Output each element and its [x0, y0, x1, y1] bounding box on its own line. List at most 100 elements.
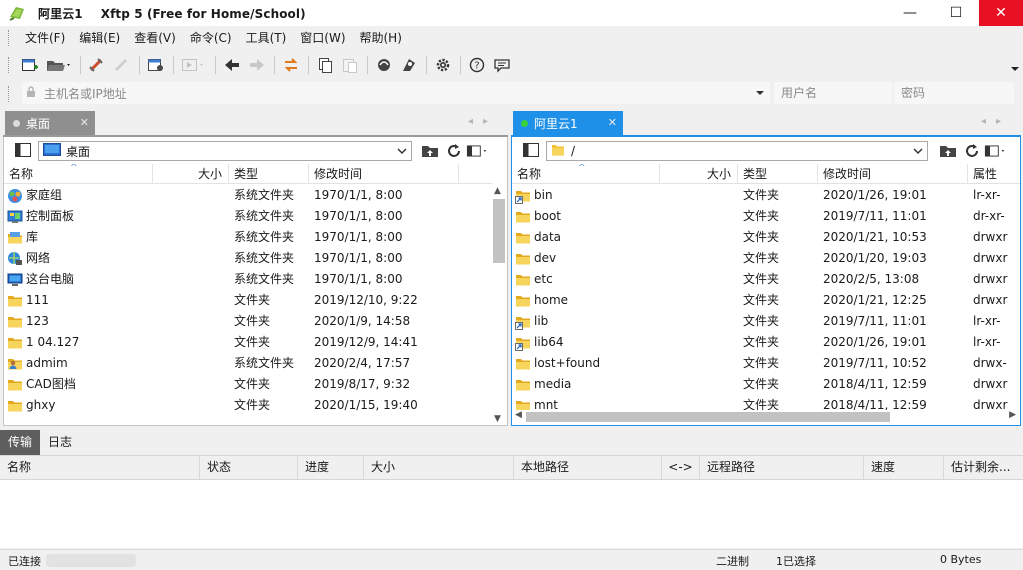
file-row[interactable]: lost+found 文件夹 2019/7/11, 10:52 drwx-	[512, 353, 1020, 374]
file-row[interactable]: 控制面板 系统文件夹 1970/1/1, 8:00	[4, 206, 492, 227]
feedback-button[interactable]	[490, 53, 514, 77]
file-row[interactable]: 123 文件夹 2020/1/9, 14:58	[4, 311, 492, 332]
xfer-col-remote-path[interactable]: 远程路径	[700, 456, 864, 479]
file-row[interactable]: 111 文件夹 2019/12/10, 9:22	[4, 290, 492, 311]
scroll-down-icon[interactable]: ▼	[494, 414, 501, 424]
view-mode-button[interactable]	[466, 142, 490, 160]
transfer-list[interactable]	[0, 480, 1023, 548]
scroll-right-icon[interactable]: ▶	[1009, 410, 1016, 420]
file-row[interactable]: 这台电脑 系统文件夹 1970/1/1, 8:00	[4, 269, 492, 290]
back-button[interactable]	[220, 53, 244, 77]
minimize-button[interactable]: —	[887, 0, 933, 26]
file-row[interactable]: media 文件夹 2018/4/11, 12:59 drwxr	[512, 374, 1020, 395]
col-name-header[interactable]: 名称 ^	[4, 164, 153, 184]
col-name-header[interactable]: 名称 ^	[512, 164, 660, 184]
parent-folder-button[interactable]	[418, 142, 442, 160]
file-row[interactable]: 1 04.127 文件夹 2019/12/9, 14:41	[4, 332, 492, 353]
copy-button[interactable]	[313, 53, 337, 77]
xfer-col-direction[interactable]: <->	[662, 456, 700, 479]
col-size-header[interactable]: 大小	[153, 164, 229, 184]
grip-handle[interactable]	[8, 30, 12, 46]
options-button[interactable]	[431, 53, 455, 77]
file-row[interactable]: mnt 文件夹 2018/4/11, 12:59 drwxr	[512, 395, 1020, 411]
menu-help[interactable]: 帮助(H)	[353, 27, 409, 49]
xfer-col-name[interactable]: 名称	[0, 456, 200, 479]
file-row[interactable]: etc 文件夹 2020/2/5, 13:08 drwxr	[512, 269, 1020, 290]
file-row[interactable]: home 文件夹 2020/1/21, 12:25 drwxr	[512, 290, 1020, 311]
xfer-col-local-path[interactable]: 本地路径	[514, 456, 662, 479]
file-row[interactable]: dev 文件夹 2020/1/20, 19:03 drwxr	[512, 248, 1020, 269]
col-size-header[interactable]: 大小	[660, 164, 738, 184]
disconnect-button[interactable]	[110, 53, 134, 77]
scroll-thumb[interactable]	[493, 199, 505, 263]
chevron-down-icon[interactable]	[397, 145, 407, 160]
file-row[interactable]: 网络 系统文件夹 1970/1/1, 8:00	[4, 248, 492, 269]
scroll-up-icon[interactable]: ▲	[494, 186, 501, 196]
file-row[interactable]: admim 系统文件夹 2020/2/4, 17:57	[4, 353, 492, 374]
file-row[interactable]: 库 系统文件夹 1970/1/1, 8:00	[4, 227, 492, 248]
help-button[interactable]: ?	[465, 53, 489, 77]
tab-transfer[interactable]: 传输	[0, 430, 41, 455]
file-row[interactable]: data 文件夹 2020/1/21, 10:53 drwxr	[512, 227, 1020, 248]
file-row[interactable]: 家庭组 系统文件夹 1970/1/1, 8:00	[4, 185, 492, 206]
tab-remote-session[interactable]: 阿里云1 ✕	[513, 111, 623, 135]
local-path-combobox[interactable]: 桌面	[38, 141, 412, 161]
refresh-button[interactable]	[442, 142, 466, 160]
xfer-col-speed[interactable]: 速度	[864, 456, 944, 479]
scroll-thumb[interactable]	[526, 412, 890, 422]
xfer-col-eta[interactable]: 估计剩余...	[944, 456, 1023, 479]
view-mode-button[interactable]	[984, 142, 1008, 160]
tab-close-icon[interactable]: ✕	[608, 116, 617, 129]
xfer-col-size[interactable]: 大小	[364, 456, 514, 479]
col-modified-header[interactable]: 修改时间	[309, 164, 459, 184]
transfer-button[interactable]	[178, 53, 210, 77]
remote-path-combobox[interactable]: /	[546, 141, 928, 161]
file-row[interactable]: boot 文件夹 2019/7/11, 11:01 dr-xr-	[512, 206, 1020, 227]
file-row[interactable]: lib 文件夹 2019/7/11, 11:01 lr-xr-	[512, 311, 1020, 332]
paste-button[interactable]	[338, 53, 362, 77]
xfer-col-progress[interactable]: 进度	[298, 456, 364, 479]
menu-window[interactable]: 窗口(W)	[293, 27, 352, 49]
refresh-button[interactable]	[960, 142, 984, 160]
file-row[interactable]: bin 文件夹 2020/1/26, 19:01 lr-xr-	[512, 185, 1020, 206]
connect-button[interactable]	[85, 53, 109, 77]
menu-edit[interactable]: 编辑(E)	[72, 27, 127, 49]
toolbar-grip[interactable]	[8, 57, 12, 73]
menu-view[interactable]: 查看(V)	[127, 27, 183, 49]
toolbar-overflow-icon[interactable]	[1011, 60, 1019, 71]
file-row[interactable]: CAD图档 文件夹 2019/8/17, 9:32	[4, 374, 492, 395]
tab-local-desktop[interactable]: 桌面 ✕	[5, 111, 95, 135]
xshell-button[interactable]	[372, 53, 396, 77]
xmanager-button[interactable]	[397, 53, 421, 77]
remote-horizontal-scrollbar[interactable]: ◀ ▶	[512, 410, 1020, 424]
menu-command[interactable]: 命令(C)	[183, 27, 239, 49]
file-row[interactable]: lib64 文件夹 2020/1/26, 19:01 lr-xr-	[512, 332, 1020, 353]
scroll-left-icon[interactable]: ◀	[515, 410, 522, 420]
tab-scroll-arrows-icon[interactable]: ◂▸	[468, 116, 498, 127]
new-session-button[interactable]	[18, 53, 42, 77]
session-properties-button[interactable]	[144, 53, 168, 77]
col-attr-header[interactable]: 属性	[968, 164, 1020, 184]
toggle-tree-icon[interactable]	[522, 142, 540, 158]
host-input[interactable]: 主机名或IP地址	[22, 82, 770, 104]
menu-file[interactable]: 文件(F)	[18, 27, 72, 49]
tab-close-icon[interactable]: ✕	[80, 116, 89, 129]
local-vertical-scrollbar[interactable]: ▲ ▼	[491, 185, 507, 425]
forward-button[interactable]	[245, 53, 269, 77]
col-type-header[interactable]: 类型	[738, 164, 818, 184]
file-row[interactable]: ghxy 文件夹 2020/1/15, 19:40	[4, 395, 492, 416]
host-dropdown-icon[interactable]	[756, 86, 764, 101]
col-type-header[interactable]: 类型	[229, 164, 309, 184]
sync-button[interactable]	[279, 53, 303, 77]
close-button[interactable]: ✕	[979, 0, 1023, 26]
password-input[interactable]: 密码	[894, 82, 1014, 104]
address-grip[interactable]	[8, 85, 12, 102]
parent-folder-button[interactable]	[936, 142, 960, 160]
tab-log[interactable]: 日志	[40, 430, 80, 455]
toggle-tree-icon[interactable]	[14, 142, 32, 158]
open-folder-button[interactable]	[43, 53, 75, 77]
col-modified-header[interactable]: 修改时间	[818, 164, 968, 184]
menu-tools[interactable]: 工具(T)	[239, 27, 294, 49]
xfer-col-status[interactable]: 状态	[200, 456, 298, 479]
maximize-button[interactable]: ☐	[933, 0, 979, 26]
